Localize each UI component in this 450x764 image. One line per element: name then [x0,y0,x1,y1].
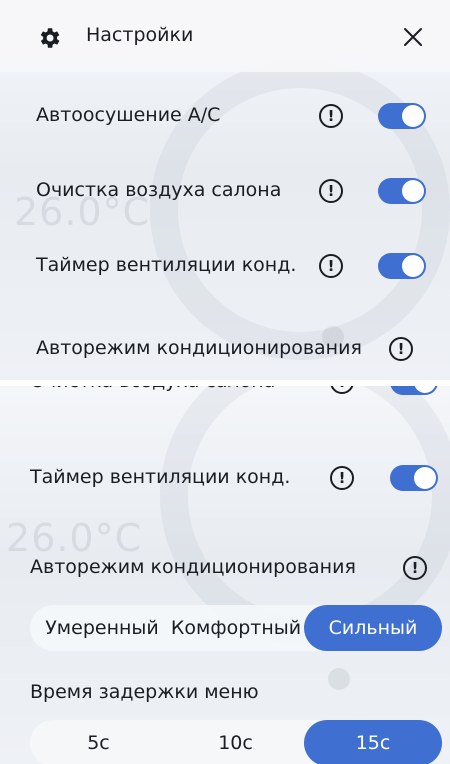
menu-delay-label: Время задержки меню [30,681,259,703]
settings-panel-top: 26.0°C Настройки Автоосушение A/C ! Очис… [0,0,450,380]
setting-row-auto-dry: Автоосушение A/C ! [0,96,450,136]
setting-row-vent-timer: Таймер вентиляции конд. ! [0,458,450,498]
setting-row-vent-timer: Таймер вентиляции конд. ! [0,246,450,286]
settings-panel-bottom: 26.0°C Очистка воздуха салона ! Таймер в… [0,386,450,764]
info-icon[interactable]: ! [319,104,343,128]
auto-mode-option-comfort[interactable]: Комфортный [168,605,304,651]
info-icon[interactable]: ! [403,556,427,580]
setting-label: Очистка воздуха салона [36,179,282,201]
setting-label: Авторежим кондиционирования [30,556,356,578]
page-title: Настройки [86,24,194,46]
toggle-knob [402,105,424,127]
info-icon[interactable]: ! [330,386,354,394]
setting-row-air-purify: Очистка воздуха салона ! [0,386,450,402]
toggle-knob [414,386,436,393]
auto-mode-selector: Умеренный Комфортный Сильный [30,605,442,651]
setting-label: Авторежим кондиционирования [36,337,362,359]
auto-mode-option-moderate[interactable]: Умеренный [36,605,168,651]
toggle-knob [414,467,436,489]
air-purify-toggle[interactable] [378,178,426,204]
gear-icon [40,28,60,48]
auto-mode-option-strong[interactable]: Сильный [304,605,442,651]
close-icon[interactable] [398,22,428,52]
setting-row-air-purify: Очистка воздуха салона ! [0,171,450,211]
auto-dry-toggle[interactable] [378,103,426,129]
setting-row-auto-mode: Авторежим кондиционирования ! [0,329,450,369]
setting-label: Таймер вентиляции конд. [36,254,297,276]
info-icon[interactable]: ! [389,337,413,361]
header: Настройки [0,0,450,72]
vent-timer-toggle[interactable] [378,253,426,279]
setting-label: Очистка воздуха салона [30,386,275,392]
menu-delay-option-10s[interactable]: 10с [167,720,304,764]
background-fan-icon [328,668,350,690]
menu-delay-selector: 5с 10с 15с [30,720,442,764]
setting-label: Автоосушение A/C [36,104,221,126]
info-icon[interactable]: ! [319,179,343,203]
vent-timer-toggle[interactable] [390,465,438,491]
menu-delay-option-15s[interactable]: 15с [304,720,442,764]
setting-label: Таймер вентиляции конд. [30,466,291,488]
toggle-knob [402,255,424,277]
air-purify-toggle[interactable] [390,386,438,395]
setting-row-auto-mode: Авторежим кондиционирования ! [0,548,450,588]
info-icon[interactable]: ! [319,254,343,278]
toggle-knob [402,180,424,202]
menu-delay-option-5s[interactable]: 5с [30,720,167,764]
info-icon[interactable]: ! [330,466,354,490]
